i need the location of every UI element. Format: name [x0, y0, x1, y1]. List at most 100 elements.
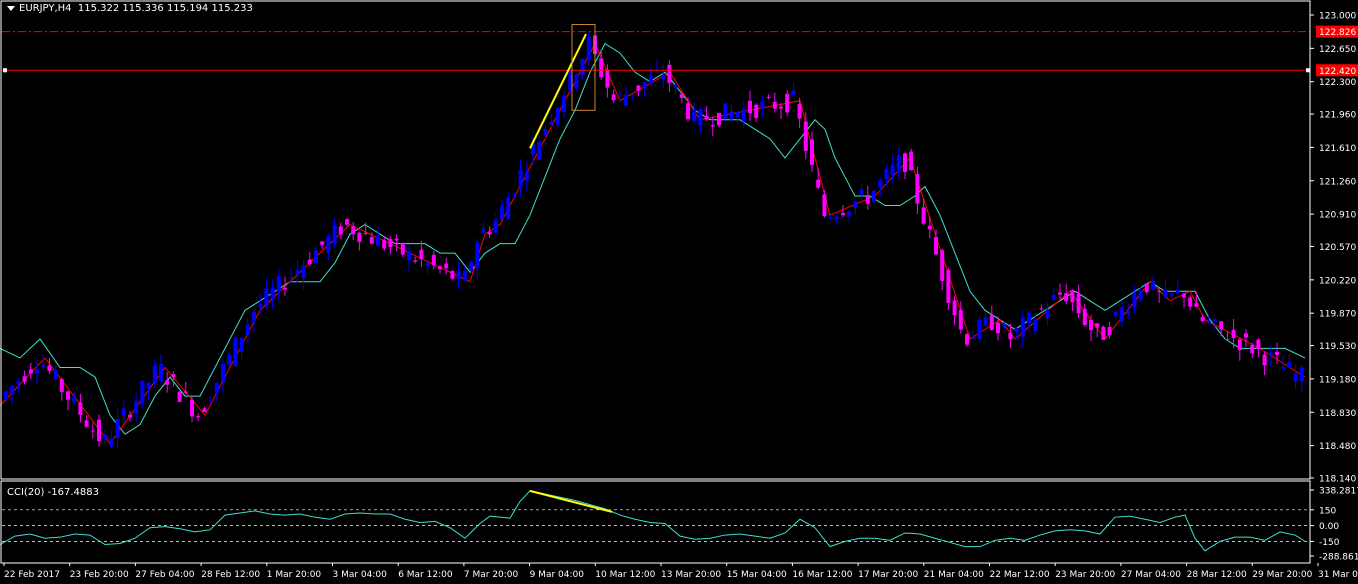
candle-body: [239, 337, 244, 352]
y-tick-label: 121.610: [1319, 144, 1356, 154]
candle-body: [196, 416, 201, 418]
candle-body: [822, 194, 827, 217]
x-tick-label: 22 Mar 12:00: [990, 570, 1050, 580]
candle-body: [766, 96, 771, 98]
candle-body: [1095, 323, 1100, 328]
candle-body: [500, 205, 504, 219]
main-pane-bg: [0, 0, 1358, 584]
candle-body: [1101, 326, 1106, 340]
line-handle-left[interactable]: [3, 68, 7, 73]
y-tick-label: 119.530: [1319, 342, 1356, 352]
candle-body: [1287, 362, 1292, 368]
candle-body: [630, 94, 635, 96]
candle-body: [376, 236, 380, 246]
candle-body: [1194, 303, 1199, 307]
candle-body: [512, 193, 517, 195]
x-tick-label: 9 Mar 04:00: [530, 570, 585, 580]
candle-body: [121, 408, 126, 416]
candle-body: [332, 224, 337, 244]
y-tick-label: 122.650: [1319, 45, 1356, 55]
candle-body: [1225, 339, 1230, 341]
candle-body: [1262, 354, 1267, 366]
candle-body: [1064, 293, 1069, 302]
cci-tick-label: -288.8612: [1319, 553, 1358, 563]
candle-body: [431, 254, 436, 266]
candle-body: [363, 232, 368, 234]
candle-body: [338, 226, 343, 235]
x-tick-label: 15 Mar 04:00: [727, 570, 787, 580]
x-tick-label: 17 Mar 20:00: [858, 570, 918, 580]
candle-body: [462, 270, 467, 281]
candle-body: [1237, 339, 1242, 351]
symbol-label: EURJPY,H4: [19, 3, 72, 14]
candle-body: [1120, 306, 1124, 322]
candle-body: [704, 115, 709, 120]
candle-body: [686, 103, 690, 120]
candle-body: [214, 382, 219, 394]
candle-body: [853, 201, 858, 208]
candle-body: [252, 311, 256, 322]
candle-body: [1138, 291, 1143, 300]
candle-body: [946, 270, 951, 303]
cci-tick-label: 150: [1319, 506, 1336, 516]
y-tick-label: 122.300: [1319, 78, 1356, 88]
cci-tick-label: -150: [1319, 538, 1340, 548]
candle-body: [989, 315, 994, 330]
x-tick-label: 28 Mar 12:00: [1187, 570, 1247, 580]
candle-body: [896, 155, 901, 173]
x-tick-label: 29 Mar 20:00: [1252, 570, 1312, 580]
candle-body: [741, 108, 746, 122]
candle-body: [438, 266, 442, 270]
candle-body: [283, 287, 287, 290]
candle-body: [841, 212, 845, 216]
candle-body: [245, 324, 250, 335]
x-tick-label: 31 Mar 04:00: [1318, 570, 1358, 580]
candle-body: [692, 109, 697, 121]
y-tick-label: 120.910: [1319, 211, 1356, 221]
candle-body: [146, 382, 151, 389]
candle-body: [481, 228, 486, 233]
line-handle-right[interactable]: [1306, 68, 1310, 73]
x-tick-label: 16 Mar 12:00: [792, 570, 852, 580]
candle-body: [1244, 333, 1248, 338]
x-tick-label: 13 Mar 20:00: [661, 570, 721, 580]
candle-body: [872, 190, 876, 202]
candle-body: [555, 107, 560, 125]
candle-body: [1076, 294, 1081, 314]
candle-body: [1157, 291, 1162, 293]
menu-triangle-icon[interactable]: [7, 5, 15, 11]
x-tick-label: 6 Mar 12:00: [398, 570, 453, 580]
candle-body: [53, 369, 58, 379]
cci-tick-label: 0.00: [1319, 522, 1339, 532]
candle-body: [909, 151, 914, 171]
candle-body: [617, 93, 622, 95]
candle-body: [16, 381, 21, 385]
candle-body: [1175, 289, 1180, 294]
y-tick-label: 121.260: [1319, 177, 1356, 187]
candle-body: [1206, 321, 1211, 323]
candle-body: [295, 269, 300, 275]
candle-body: [35, 369, 39, 374]
candle-body: [134, 401, 139, 414]
candle-body: [72, 396, 77, 402]
candle-body: [487, 231, 492, 235]
candle-body: [233, 337, 238, 367]
candle-body: [369, 236, 374, 244]
price-chart[interactable]: 122.826 122.420 123.000 122.650 122.300 121.…: [0, 0, 1358, 584]
candle-body: [469, 262, 473, 271]
candle-body: [202, 408, 207, 413]
candle-body: [78, 402, 83, 415]
candle-body: [388, 238, 393, 247]
candle-body: [258, 304, 263, 307]
candle-body: [208, 401, 213, 403]
candle-body: [1275, 351, 1279, 356]
cci-tick-label: 338.2817: [1319, 487, 1358, 497]
candle-body: [599, 58, 604, 78]
candle-body: [115, 418, 120, 438]
candle-body: [574, 74, 579, 88]
x-tick-label: 28 Feb 12:00: [201, 570, 260, 580]
candle-body: [549, 121, 554, 125]
candle-body: [419, 249, 424, 260]
price-tag-label: 122.420: [1319, 67, 1356, 77]
candle-body: [345, 219, 349, 225]
